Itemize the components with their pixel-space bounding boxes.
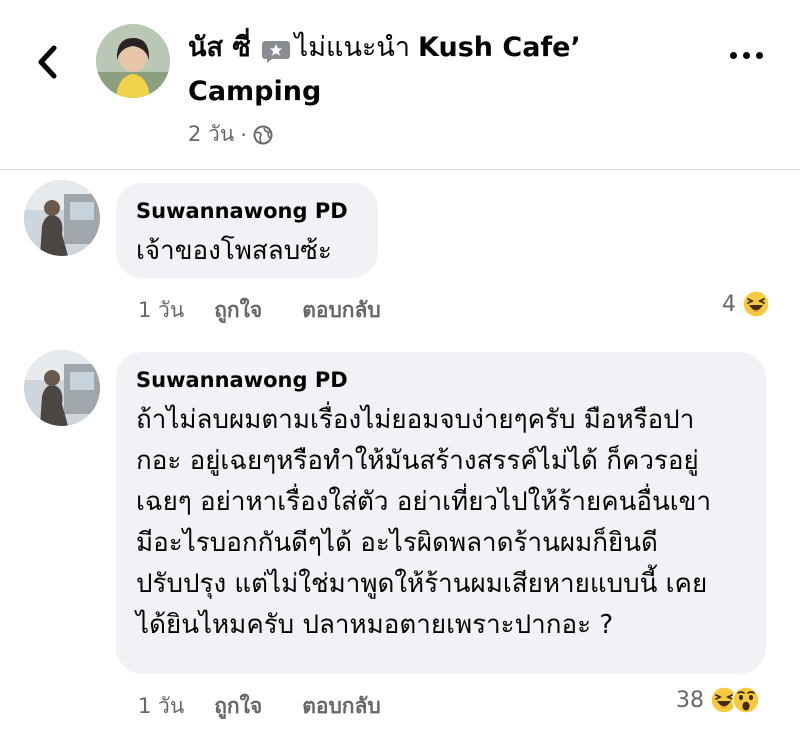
comment-text: ถ้าไม่ลบผมตามเรื่องไม่ยอมจบง่ายๆครับ มือ… bbox=[136, 405, 712, 640]
post-meta: 2 วัน · bbox=[188, 118, 273, 151]
more-dot bbox=[756, 52, 763, 59]
comment-bubble: Suwannawong PD ถ้าไม่ลบผมตามเรื่องไม่ยอม… bbox=[116, 352, 766, 674]
comment-author[interactable]: Suwannawong PD bbox=[136, 366, 746, 394]
commenter-avatar[interactable] bbox=[24, 350, 100, 426]
comment-time[interactable]: 1 วัน bbox=[138, 294, 184, 327]
like-button[interactable]: ถูกใจ bbox=[214, 294, 262, 327]
comment-actions: 1 วัน ถูกใจ ตอบกลับ bbox=[138, 690, 381, 723]
comment-bubble: Suwannawong PD เจ้าของโพสลบซ้ะ bbox=[116, 183, 378, 278]
chevron-left-icon bbox=[38, 45, 57, 79]
more-dot bbox=[743, 52, 750, 59]
reply-button[interactable]: ตอบกลับ bbox=[302, 294, 381, 327]
back-button[interactable] bbox=[30, 40, 64, 84]
comment-time[interactable]: 1 วัน bbox=[138, 690, 184, 723]
page-name[interactable]: Kush Cafe’ bbox=[418, 30, 581, 66]
wow-reaction-icon bbox=[732, 686, 760, 714]
more-dot bbox=[730, 52, 737, 59]
review-badge-icon bbox=[261, 38, 291, 63]
commenter-avatar[interactable] bbox=[24, 180, 100, 256]
post-title-line: นัส ซี่ ไม่แนะนำ Kush Cafe’ bbox=[188, 30, 581, 66]
post-author-avatar[interactable] bbox=[96, 24, 170, 98]
post-time[interactable]: 2 วัน bbox=[188, 118, 234, 151]
globe-icon bbox=[253, 125, 273, 144]
reaction-count: 38 bbox=[676, 687, 704, 713]
comment-actions: 1 วัน ถูกใจ ตอบกลับ bbox=[138, 294, 381, 327]
post-relation-label: ไม่แนะนำ bbox=[294, 32, 411, 63]
reaction-count: 4 bbox=[722, 291, 736, 317]
comment-text: เจ้าของโพสลบซ้ะ bbox=[136, 236, 332, 266]
like-button[interactable]: ถูกใจ bbox=[214, 690, 262, 723]
reaction-summary[interactable]: 38 bbox=[676, 686, 760, 714]
page-name-continued[interactable]: Camping bbox=[188, 74, 321, 110]
reaction-summary[interactable]: 4 bbox=[722, 290, 770, 318]
post-author-name[interactable]: นัส ซี่ bbox=[188, 30, 251, 66]
header-divider bbox=[0, 169, 800, 170]
comment-author[interactable]: Suwannawong PD bbox=[136, 197, 358, 225]
post-header: นัส ซี่ ไม่แนะนำ Kush Cafe’ Camping 2 วั… bbox=[0, 0, 800, 170]
reply-button[interactable]: ตอบกลับ bbox=[302, 690, 381, 723]
meta-separator: · bbox=[240, 122, 247, 147]
more-options-button[interactable] bbox=[730, 52, 763, 59]
haha-reaction-icon bbox=[742, 290, 770, 318]
